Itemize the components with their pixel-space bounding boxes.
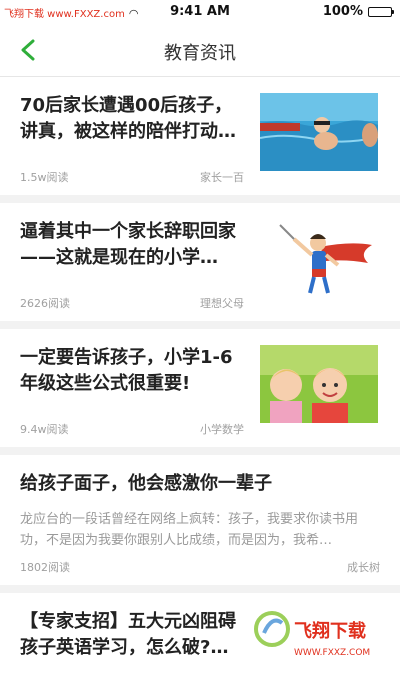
article-list: 70后家长遭遇00后孩子，讲真，被这样的陪伴打动… 1.5w阅读 家长一百 逼着…: [0, 77, 400, 673]
article-title: 逼着其中一个家长辞职回家——这就是现在的小学…: [20, 221, 236, 268]
article-thumbnail: [260, 345, 378, 423]
article-item[interactable]: 【专家支招】五大元凶阻碍孩子英语学习，怎么破?… 飞翔下载 WWW.FXXZ.C…: [0, 593, 400, 673]
article-source: 小学数学: [200, 423, 244, 436]
article-item[interactable]: 一定要告诉孩子，小学1-6年级这些公式很重要! 9.4w阅读 小学数学: [0, 329, 400, 447]
watermark-brand: 飞翔下载: [294, 620, 366, 642]
watermark-url: WWW.FXXZ.COM: [294, 648, 370, 658]
page-title: 教育资讯: [164, 43, 236, 64]
article-meta: 2626阅读 理想父母: [20, 295, 244, 311]
article-read-count: 1.5w阅读: [20, 171, 69, 184]
article-thumbnail: [260, 93, 378, 171]
watermark-logo: 飞翔下载 WWW.FXXZ.COM: [254, 607, 382, 665]
nav-bar: 教育资讯: [0, 24, 400, 77]
article-read-count: 1802阅读: [20, 561, 70, 574]
article-summary: 龙应台的一段话曾经在网络上疯转：孩子，我要求你读书用功，不是因为我要你跟别人比成…: [20, 512, 359, 548]
article-source: 家长一百: [200, 171, 244, 184]
article-item[interactable]: 逼着其中一个家长辞职回家——这就是现在的小学… 2626阅读 理想父母: [0, 203, 400, 321]
article-meta: 9.4w阅读 小学数学: [20, 421, 244, 437]
battery-icon: [368, 6, 394, 17]
article-title: 70后家长遭遇00后孩子，讲真，被这样的陪伴打动…: [20, 95, 236, 142]
article-source: 理想父母: [200, 297, 244, 310]
article-source: 成长树: [347, 561, 380, 574]
article-item[interactable]: 给孩子面子，他会感激你一辈子 龙应台的一段话曾经在网络上疯转：孩子，我要求你读书…: [0, 455, 400, 585]
battery-percent: 100%: [322, 4, 363, 19]
battery-status: 100%: [322, 4, 394, 19]
article-read-count: 2626阅读: [20, 297, 70, 310]
article-item[interactable]: 70后家长遭遇00后孩子，讲真，被这样的陪伴打动… 1.5w阅读 家长一百: [0, 77, 400, 195]
article-title: 给孩子面子，他会感激你一辈子: [20, 473, 272, 494]
article-thumbnail: [260, 219, 378, 297]
article-meta: 1.5w阅读 家长一百: [20, 169, 244, 185]
article-title: 【专家支招】五大元凶阻碍孩子英语学习，怎么破?…: [20, 611, 236, 658]
article-title: 一定要告诉孩子，小学1-6年级这些公式很重要!: [20, 347, 233, 394]
status-bar: 飞翔下载 www.FXXZ.com ◠ 9:41 AM 100%: [0, 0, 400, 24]
article-read-count: 9.4w阅读: [20, 423, 69, 436]
article-meta: 1802阅读 成长树: [20, 559, 380, 575]
